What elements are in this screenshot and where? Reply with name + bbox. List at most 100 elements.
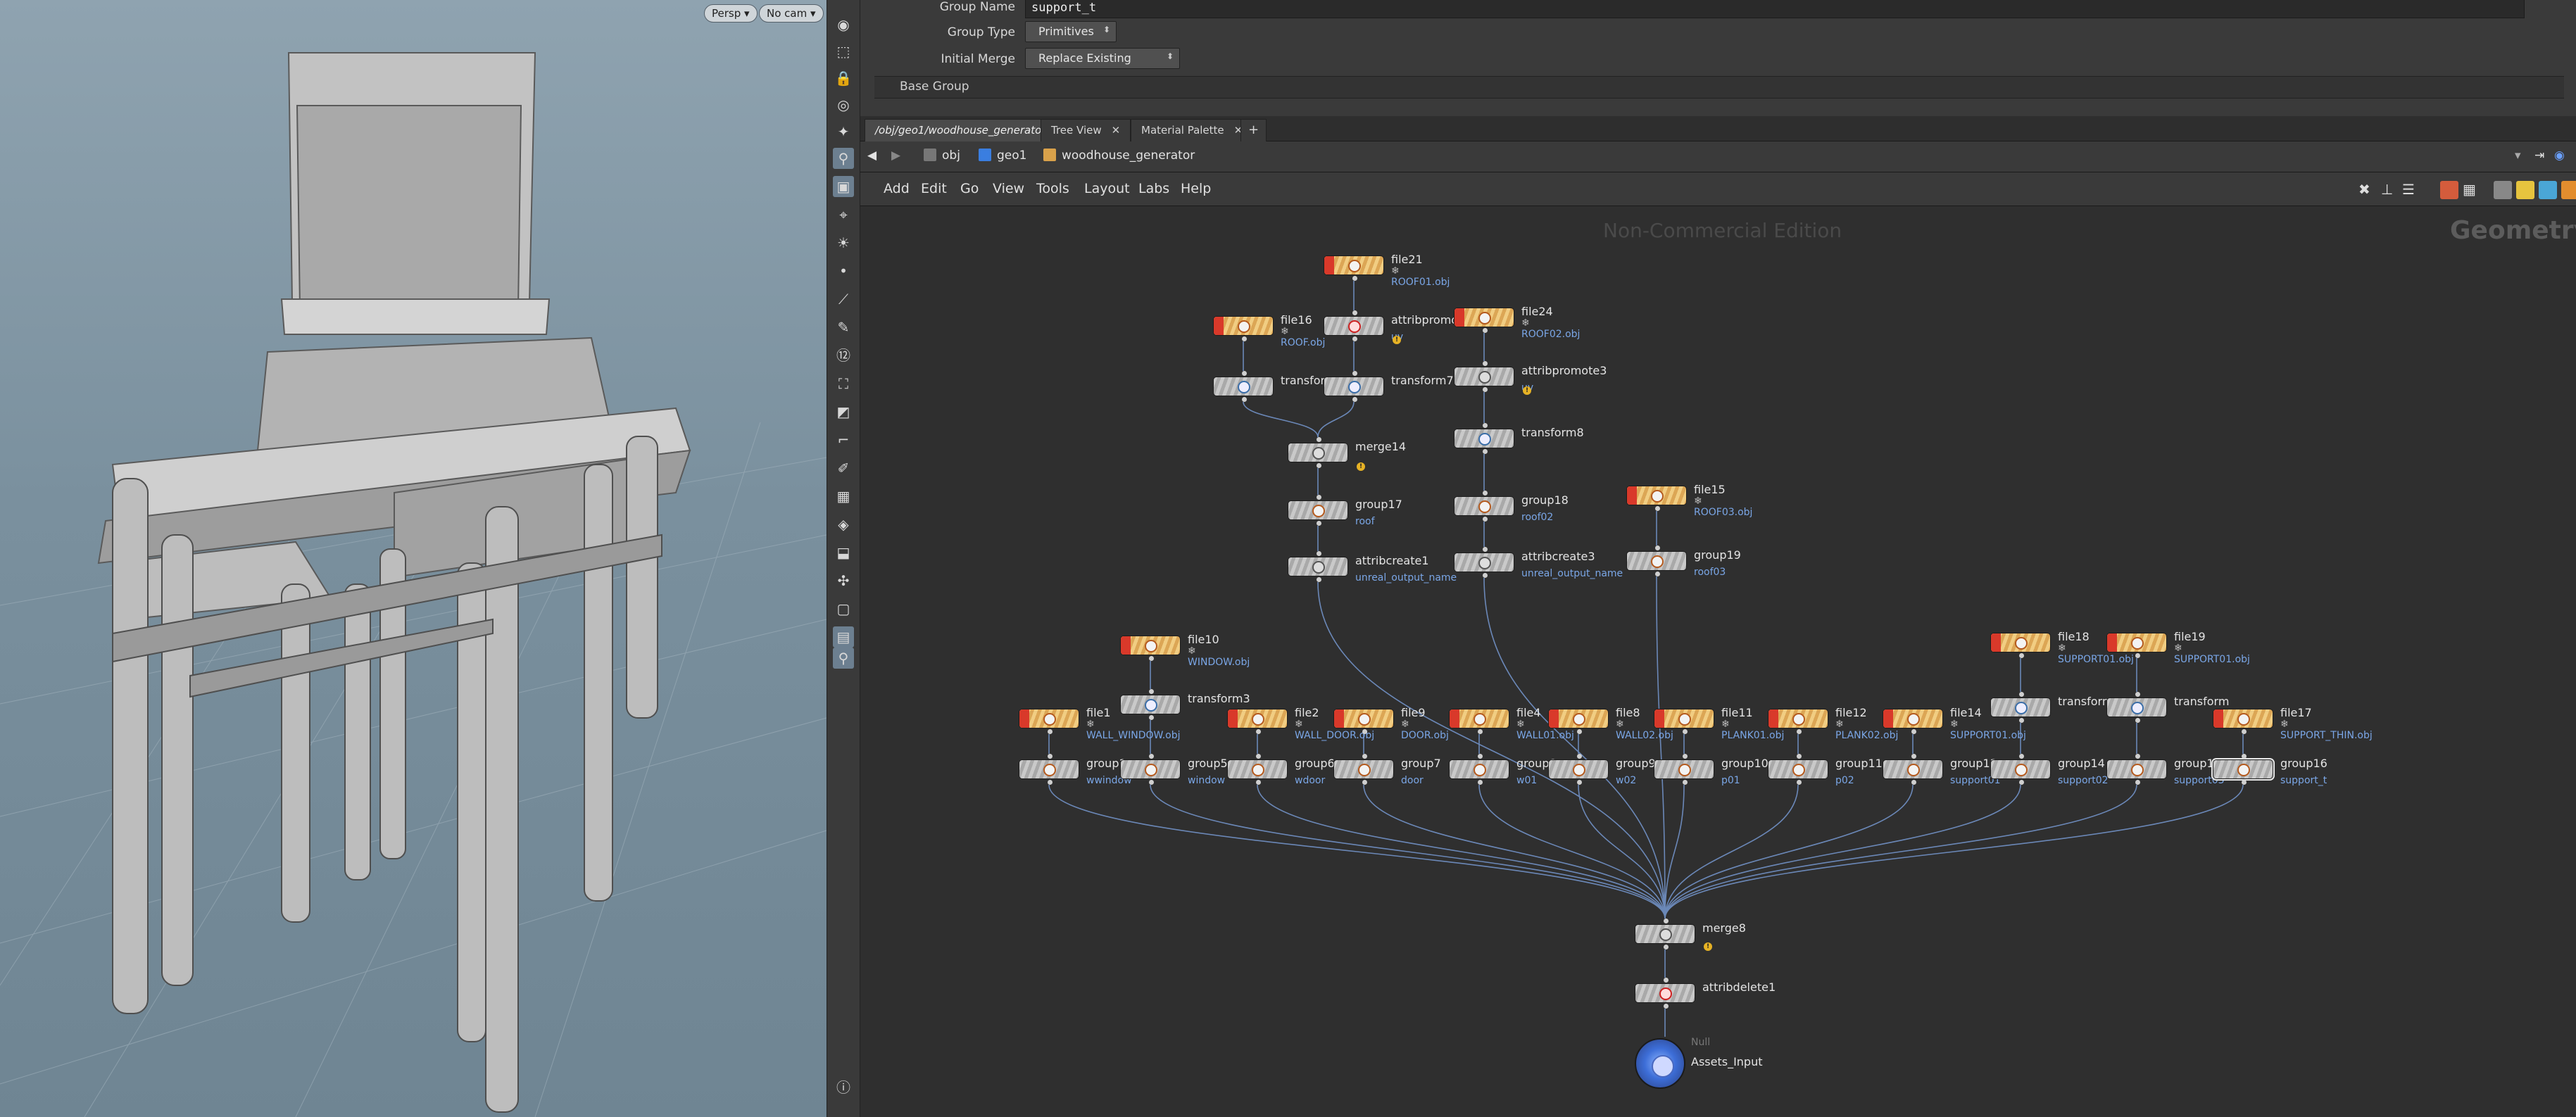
back-icon[interactable]: ◀ [867, 149, 877, 163]
cube-icon[interactable]: ◈ [833, 514, 854, 535]
output-connector[interactable] [1478, 780, 1483, 785]
menu-tools[interactable]: Tools [1036, 181, 1069, 196]
pin-icon[interactable]: ⇥ [2534, 149, 2544, 163]
output-connector[interactable] [2135, 653, 2140, 658]
input-connector[interactable] [1317, 551, 1321, 556]
wire[interactable] [1478, 784, 1666, 919]
output-connector[interactable] [1483, 328, 1488, 333]
node-file15[interactable] [1626, 486, 1687, 511]
wire[interactable] [1664, 784, 2021, 919]
output-connector[interactable] [1149, 780, 1154, 785]
number-icon[interactable]: ⑫ [833, 345, 854, 366]
wire[interactable] [1243, 401, 1319, 438]
shade-icon[interactable]: ◩ [833, 401, 854, 422]
output-connector[interactable] [1048, 729, 1053, 734]
persp-menu[interactable]: Persp ▾ [704, 4, 758, 23]
output-connector[interactable] [1352, 336, 1357, 341]
node-transform8[interactable] [1454, 423, 1514, 454]
node-file10[interactable] [1120, 636, 1181, 661]
node-file9[interactable] [1333, 709, 1394, 734]
node-transform3[interactable] [1120, 689, 1181, 720]
output-connector[interactable] [1483, 573, 1488, 578]
node-transform_a[interactable] [1990, 692, 2051, 723]
input-connector[interactable] [2019, 692, 2024, 697]
node-merge14[interactable] [1288, 437, 1348, 468]
corner-icon[interactable]: ⌐ [833, 429, 854, 450]
input-connector[interactable] [1664, 919, 1669, 923]
node-group15[interactable] [2106, 754, 2167, 785]
output-connector[interactable] [1664, 945, 1669, 949]
forward-icon[interactable]: ▶ [891, 149, 900, 163]
wire[interactable] [1257, 784, 1666, 919]
node-group17[interactable] [1288, 495, 1348, 526]
output-connector[interactable] [2135, 780, 2140, 785]
node-group18[interactable] [1454, 491, 1514, 522]
input-connector[interactable] [1362, 754, 1367, 759]
output-connector[interactable] [2019, 780, 2024, 785]
node-group6[interactable] [1227, 754, 1288, 785]
output-connector[interactable] [1655, 506, 1660, 511]
node-file19[interactable] [2106, 633, 2167, 658]
camera-menu[interactable]: No cam ▾ [759, 4, 824, 23]
node-file16[interactable] [1213, 316, 1274, 341]
output-connector[interactable] [1048, 780, 1053, 785]
output-connector[interactable] [1317, 577, 1321, 582]
pivot-icon[interactable]: ✦ [833, 121, 854, 142]
list-icon[interactable]: ☰ [2402, 181, 2420, 199]
wire[interactable] [1664, 784, 1914, 919]
link-icon[interactable]: ◉ [2554, 149, 2565, 163]
input-connector[interactable] [1256, 754, 1261, 759]
output-connector[interactable] [1483, 449, 1488, 454]
tab-material-palette[interactable]: Material Palette ✕ [1131, 119, 1254, 141]
input-connector[interactable] [1478, 754, 1483, 759]
network-editor[interactable]: Non-Commercial Edition Geometry file21 RO… [860, 206, 2576, 1117]
initial-merge-menu[interactable]: Replace Existing ⬍ [1025, 48, 1180, 69]
output-connector[interactable] [1317, 463, 1321, 468]
node-group13[interactable] [1883, 754, 1943, 785]
output-connector[interactable] [2242, 780, 2247, 785]
node-transform_l[interactable] [1213, 371, 1274, 402]
output-connector[interactable] [1478, 729, 1483, 734]
output-connector[interactable] [1256, 729, 1261, 734]
menu-layout[interactable]: Layout [1084, 181, 1130, 196]
input-connector[interactable] [1664, 978, 1669, 983]
input-connector[interactable] [1149, 754, 1154, 759]
node-group11[interactable] [1768, 754, 1828, 785]
input-connector[interactable] [2135, 692, 2140, 697]
input-connector[interactable] [1683, 754, 1688, 759]
display-icon[interactable]: ▣ [833, 176, 854, 197]
node-merge8[interactable] [1635, 919, 1695, 949]
output-connector[interactable] [1149, 715, 1154, 720]
palette-icon[interactable] [2440, 181, 2458, 199]
path-dropdown-icon[interactable]: ▾ [2515, 149, 2521, 163]
group-type-menu[interactable]: Primitives ⬍ [1025, 21, 1117, 42]
node-file4[interactable] [1449, 709, 1509, 734]
output-connector[interactable] [1149, 656, 1154, 661]
backdrop-icon[interactable] [2539, 181, 2557, 199]
menu-help[interactable]: Help [1181, 181, 1211, 196]
input-connector[interactable] [1483, 361, 1488, 366]
output-connector[interactable] [2135, 718, 2140, 723]
node-icon[interactable]: ✣ [833, 570, 854, 591]
output-connector[interactable] [1256, 780, 1261, 785]
node-transform_b[interactable] [2106, 692, 2167, 723]
input-connector[interactable] [1797, 754, 1802, 759]
input-connector[interactable] [2019, 754, 2024, 759]
input-connector[interactable] [1048, 754, 1053, 759]
pin-icon[interactable]: ⚲ [833, 648, 854, 669]
node-group14[interactable] [1990, 754, 2051, 785]
wire[interactable] [1317, 401, 1355, 438]
menu-add[interactable]: Add [884, 181, 910, 196]
node-transform7[interactable] [1324, 371, 1384, 402]
output-connector[interactable] [2019, 718, 2024, 723]
output-connector[interactable] [1577, 729, 1582, 734]
node-file2[interactable] [1227, 709, 1288, 734]
output-connector[interactable] [1362, 780, 1367, 785]
node-file24[interactable] [1454, 308, 1514, 333]
node-null[interactable] [1635, 1038, 1685, 1089]
node-group10[interactable] [1654, 754, 1714, 785]
input-connector[interactable] [1483, 491, 1488, 496]
brush-icon[interactable]: ✎ [833, 317, 854, 338]
view-mode-icon[interactable] [2494, 181, 2512, 199]
menu-view[interactable]: View [993, 181, 1024, 196]
